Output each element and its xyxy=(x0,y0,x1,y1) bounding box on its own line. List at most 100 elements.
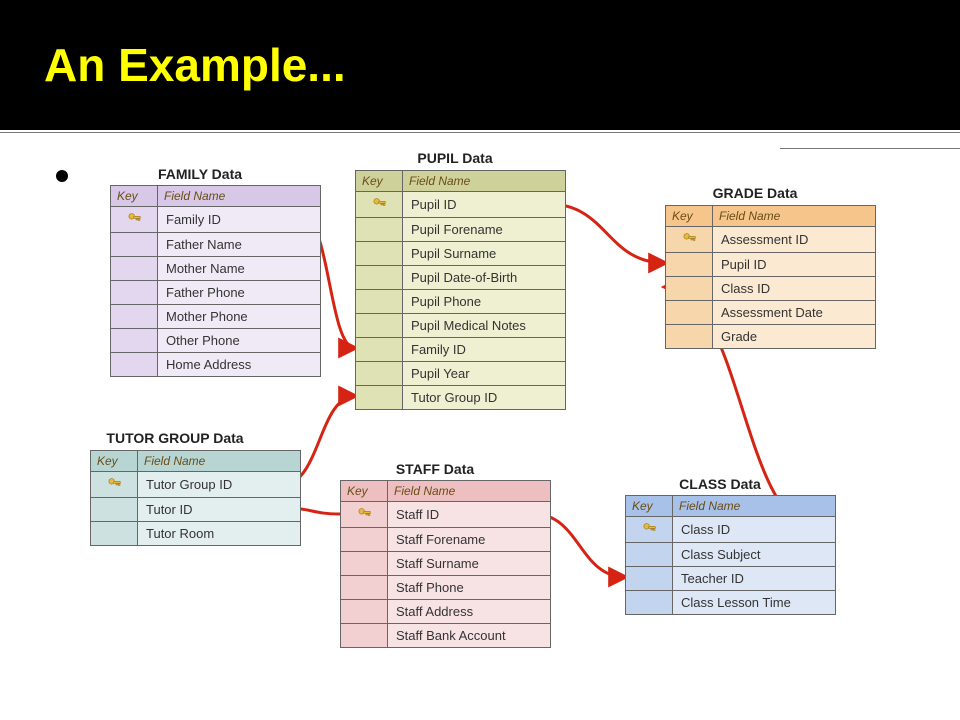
key-cell xyxy=(356,192,403,218)
field-name: Grade xyxy=(713,325,876,349)
table-row: Class Subject xyxy=(626,543,836,567)
slide: An Example... FAMILY DataKeyField NameFa… xyxy=(0,0,960,720)
table-row: Assessment Date xyxy=(666,301,876,325)
table-row: Pupil ID xyxy=(356,192,566,218)
col-key: Key xyxy=(111,186,158,207)
table-row: Family ID xyxy=(111,207,321,233)
key-cell xyxy=(356,338,403,362)
key-cell xyxy=(341,502,388,528)
key-cell xyxy=(626,567,673,591)
field-name: Teacher ID xyxy=(673,567,836,591)
field-name: Class ID xyxy=(673,517,836,543)
table-row: Father Name xyxy=(111,233,321,257)
col-field: Field Name xyxy=(158,186,321,207)
field-name: Father Name xyxy=(158,233,321,257)
col-key: Key xyxy=(666,206,713,227)
table-row: Family ID xyxy=(356,338,566,362)
primary-key-icon xyxy=(682,231,696,245)
table-title-grade: GRADE Data xyxy=(655,185,855,201)
col-field: Field Name xyxy=(713,206,876,227)
col-field: Field Name xyxy=(403,171,566,192)
field-name: Staff Forename xyxy=(388,528,551,552)
field-name: Home Address xyxy=(158,353,321,377)
field-name: Pupil Forename xyxy=(403,218,566,242)
table-row: Pupil Year xyxy=(356,362,566,386)
key-cell xyxy=(111,233,158,257)
slide-title: An Example... xyxy=(44,38,346,92)
table-row: Tutor Room xyxy=(91,522,301,546)
table-row: Tutor ID xyxy=(91,498,301,522)
field-name: Staff ID xyxy=(388,502,551,528)
key-cell xyxy=(91,498,138,522)
primary-key-icon xyxy=(642,521,656,535)
col-key: Key xyxy=(341,481,388,502)
title-bar: An Example... xyxy=(0,0,960,130)
table-row: Staff ID xyxy=(341,502,551,528)
field-name: Class ID xyxy=(713,277,876,301)
table-grade: KeyField NameAssessment IDPupil IDClass … xyxy=(665,205,876,349)
field-name: Assessment ID xyxy=(713,227,876,253)
field-name: Pupil Date-of-Birth xyxy=(403,266,566,290)
table-row: Father Phone xyxy=(111,281,321,305)
field-name: Pupil ID xyxy=(713,253,876,277)
field-name: Other Phone xyxy=(158,329,321,353)
diagram-canvas: FAMILY DataKeyField NameFamily IDFather … xyxy=(0,130,960,720)
field-name: Family ID xyxy=(158,207,321,233)
table-row: Assessment ID xyxy=(666,227,876,253)
field-name: Tutor Room xyxy=(138,522,301,546)
key-cell xyxy=(666,277,713,301)
table-class: KeyField NameClass IDClass SubjectTeache… xyxy=(625,495,836,615)
field-name: Pupil Surname xyxy=(403,242,566,266)
key-cell xyxy=(666,301,713,325)
table-row: Home Address xyxy=(111,353,321,377)
field-name: Class Subject xyxy=(673,543,836,567)
key-cell xyxy=(626,517,673,543)
key-cell xyxy=(626,543,673,567)
field-name: Staff Surname xyxy=(388,552,551,576)
key-cell xyxy=(111,281,158,305)
table-row: Pupil Date-of-Birth xyxy=(356,266,566,290)
table-title-pupil: PUPIL Data xyxy=(355,150,555,166)
key-cell xyxy=(356,290,403,314)
key-cell xyxy=(111,257,158,281)
key-cell xyxy=(356,362,403,386)
table-row: Teacher ID xyxy=(626,567,836,591)
table-pupil: KeyField NamePupil IDPupil ForenamePupil… xyxy=(355,170,566,410)
table-row: Mother Name xyxy=(111,257,321,281)
table-row: Class ID xyxy=(626,517,836,543)
key-cell xyxy=(111,305,158,329)
table-row: Pupil Medical Notes xyxy=(356,314,566,338)
col-key: Key xyxy=(91,451,138,472)
field-name: Tutor Group ID xyxy=(403,386,566,410)
table-row: Grade xyxy=(666,325,876,349)
col-key: Key xyxy=(626,496,673,517)
key-cell xyxy=(111,329,158,353)
key-cell xyxy=(111,353,158,377)
primary-key-icon xyxy=(107,476,121,490)
field-name: Pupil Year xyxy=(403,362,566,386)
col-field: Field Name xyxy=(138,451,301,472)
table-title-family: FAMILY Data xyxy=(100,166,300,182)
field-name: Staff Address xyxy=(388,600,551,624)
key-cell xyxy=(666,253,713,277)
table-title-tutor: TUTOR GROUP Data xyxy=(75,430,275,446)
field-name: Staff Bank Account xyxy=(388,624,551,648)
field-name: Mother Phone xyxy=(158,305,321,329)
field-name: Assessment Date xyxy=(713,301,876,325)
key-cell xyxy=(111,207,158,233)
field-name: Tutor Group ID xyxy=(138,472,301,498)
field-name: Class Lesson Time xyxy=(673,591,836,615)
table-row: Staff Forename xyxy=(341,528,551,552)
table-staff: KeyField NameStaff IDStaff ForenameStaff… xyxy=(340,480,551,648)
relation-arrow xyxy=(549,204,665,263)
table-row: Pupil Phone xyxy=(356,290,566,314)
field-name: Staff Phone xyxy=(388,576,551,600)
table-row: Class Lesson Time xyxy=(626,591,836,615)
key-cell xyxy=(341,600,388,624)
table-row: Tutor Group ID xyxy=(91,472,301,498)
col-key: Key xyxy=(356,171,403,192)
key-cell xyxy=(356,314,403,338)
key-cell xyxy=(341,552,388,576)
table-row: Staff Bank Account xyxy=(341,624,551,648)
key-cell xyxy=(91,472,138,498)
